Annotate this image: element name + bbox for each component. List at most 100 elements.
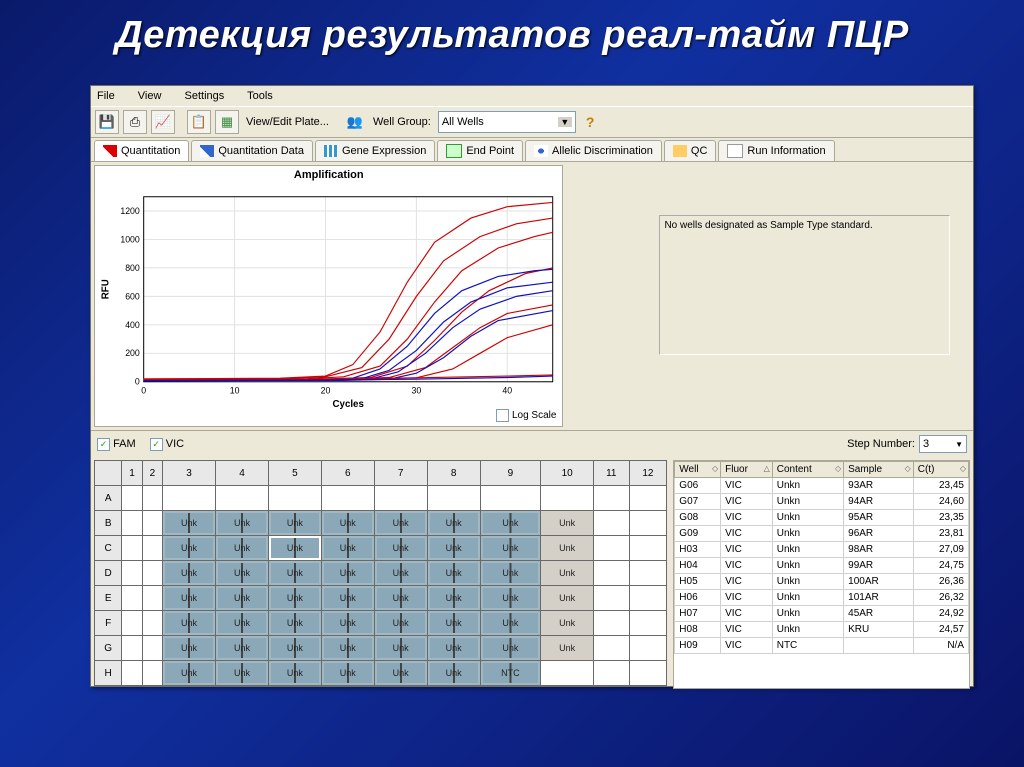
well-unk[interactable]: Unk: [268, 561, 321, 586]
table-row[interactable]: H05VICUnkn100AR26,36: [675, 574, 969, 590]
report-icon[interactable]: 📈: [151, 110, 175, 134]
well-unk[interactable]: Unk: [541, 636, 594, 661]
well-empty[interactable]: [629, 561, 667, 586]
table-row[interactable]: G09VICUnkn96AR23,81: [675, 526, 969, 542]
well-unk[interactable]: Unk: [541, 586, 594, 611]
well-empty[interactable]: [268, 486, 321, 511]
tab-quant-data[interactable]: Quantitation Data: [191, 140, 313, 161]
plate-col-header[interactable]: 11: [594, 461, 629, 486]
well-empty[interactable]: [480, 486, 541, 511]
tab-allelic[interactable]: Allelic Discrimination: [525, 140, 662, 161]
col-cq[interactable]: C(t)◇: [913, 462, 968, 478]
well-ntc[interactable]: NTC: [480, 661, 541, 686]
well-unk[interactable]: Unk: [216, 561, 269, 586]
well-unk[interactable]: Unk: [480, 511, 541, 536]
plate-col-header[interactable]: 12: [629, 461, 667, 486]
well-unk[interactable]: Unk: [427, 561, 480, 586]
well-empty[interactable]: [321, 486, 374, 511]
well-empty[interactable]: [629, 486, 667, 511]
menu-tools[interactable]: Tools: [247, 90, 273, 102]
plate-corner[interactable]: [95, 461, 122, 486]
log-scale-checkbox[interactable]: Log Scale: [496, 409, 556, 422]
plate-col-header[interactable]: 9: [480, 461, 541, 486]
well-empty[interactable]: [122, 661, 142, 686]
well-unk[interactable]: Unk: [268, 661, 321, 686]
well-empty[interactable]: [374, 486, 427, 511]
plate-row-header[interactable]: D: [95, 561, 122, 586]
clipboard-icon[interactable]: 📋: [187, 110, 211, 134]
plate-col-header[interactable]: 6: [321, 461, 374, 486]
plate-col-header[interactable]: 3: [163, 461, 216, 486]
well-empty[interactable]: [594, 611, 629, 636]
well-unk[interactable]: Unk: [321, 661, 374, 686]
well-unk[interactable]: Unk: [374, 586, 427, 611]
well-unk[interactable]: Unk: [374, 561, 427, 586]
well-unk[interactable]: Unk: [268, 611, 321, 636]
well-unk[interactable]: Unk: [163, 561, 216, 586]
wellgroup-select[interactable]: All Wells ▼: [438, 111, 576, 133]
well-unk[interactable]: Unk: [427, 511, 480, 536]
well-unk[interactable]: Unk: [268, 586, 321, 611]
col-fluor[interactable]: Fluor△: [721, 462, 773, 478]
well-empty[interactable]: [122, 636, 142, 661]
well-unk[interactable]: Unk: [374, 511, 427, 536]
well-empty[interactable]: [427, 486, 480, 511]
wellgroup-icon[interactable]: 👥: [344, 111, 366, 133]
plate-col-header[interactable]: 7: [374, 461, 427, 486]
well-empty[interactable]: [142, 561, 162, 586]
well-unk[interactable]: Unk: [163, 636, 216, 661]
results-table-wrap[interactable]: Well◇Fluor△Content◇Sample◇C(t)◇G06VICUnk…: [673, 460, 970, 689]
plate-col-header[interactable]: 4: [216, 461, 269, 486]
table-row[interactable]: G06VICUnkn93AR23,45: [675, 478, 969, 494]
well-unk[interactable]: Unk: [163, 536, 216, 561]
well-unk[interactable]: Unk: [321, 636, 374, 661]
well-empty[interactable]: [142, 511, 162, 536]
print-icon[interactable]: ⎙: [123, 110, 147, 134]
tab-gene-expression[interactable]: Gene Expression: [315, 140, 435, 161]
col-content[interactable]: Content◇: [772, 462, 843, 478]
well-empty[interactable]: [142, 536, 162, 561]
well-unk[interactable]: Unk: [321, 561, 374, 586]
well-empty[interactable]: [541, 661, 594, 686]
well-unk[interactable]: Unk: [480, 536, 541, 561]
table-row[interactable]: H09VICNTCN/A: [675, 638, 969, 654]
menu-view[interactable]: View: [138, 90, 162, 102]
table-row[interactable]: H08VICUnknKRU24,57: [675, 622, 969, 638]
well-unk[interactable]: Unk: [541, 561, 594, 586]
viewedit-plate-button[interactable]: View/Edit Plate...: [243, 116, 332, 128]
plate-icon[interactable]: ▦: [215, 110, 239, 134]
well-unk[interactable]: Unk: [541, 611, 594, 636]
well-empty[interactable]: [122, 511, 142, 536]
well-empty[interactable]: [629, 661, 667, 686]
well-empty[interactable]: [629, 636, 667, 661]
well-unk[interactable]: Unk: [427, 586, 480, 611]
plate-col-header[interactable]: 10: [541, 461, 594, 486]
stepnum-select[interactable]: 3 ▼: [919, 435, 967, 453]
plate-row-header[interactable]: A: [95, 486, 122, 511]
well-empty[interactable]: [142, 486, 162, 511]
tab-end-point[interactable]: End Point: [437, 140, 523, 161]
col-sample[interactable]: Sample◇: [844, 462, 914, 478]
vic-checkbox[interactable]: ✓ VIC: [150, 438, 184, 451]
tab-qc[interactable]: QC: [664, 140, 717, 161]
well-unk[interactable]: Unk: [163, 586, 216, 611]
table-row[interactable]: H04VICUnkn99AR24,75: [675, 558, 969, 574]
well-empty[interactable]: [594, 511, 629, 536]
plate-row-header[interactable]: F: [95, 611, 122, 636]
well-unk[interactable]: Unk: [216, 611, 269, 636]
tab-run-info[interactable]: Run Information: [718, 140, 834, 161]
plate-grid-wrap[interactable]: 123456789101112ABUnkUnkUnkUnkUnkUnkUnkUn…: [94, 460, 667, 689]
well-unk[interactable]: Unk: [427, 661, 480, 686]
well-unk[interactable]: Unk: [480, 561, 541, 586]
well-empty[interactable]: [594, 561, 629, 586]
well-empty[interactable]: [142, 661, 162, 686]
well-empty[interactable]: [594, 636, 629, 661]
plate-col-header[interactable]: 2: [142, 461, 162, 486]
well-unk[interactable]: Unk: [480, 636, 541, 661]
well-unk[interactable]: Unk: [321, 511, 374, 536]
table-row[interactable]: H03VICUnkn98AR27,09: [675, 542, 969, 558]
well-unk[interactable]: Unk: [268, 511, 321, 536]
plate-col-header[interactable]: 1: [122, 461, 142, 486]
table-row[interactable]: G07VICUnkn94AR24,60: [675, 494, 969, 510]
well-empty[interactable]: [594, 536, 629, 561]
